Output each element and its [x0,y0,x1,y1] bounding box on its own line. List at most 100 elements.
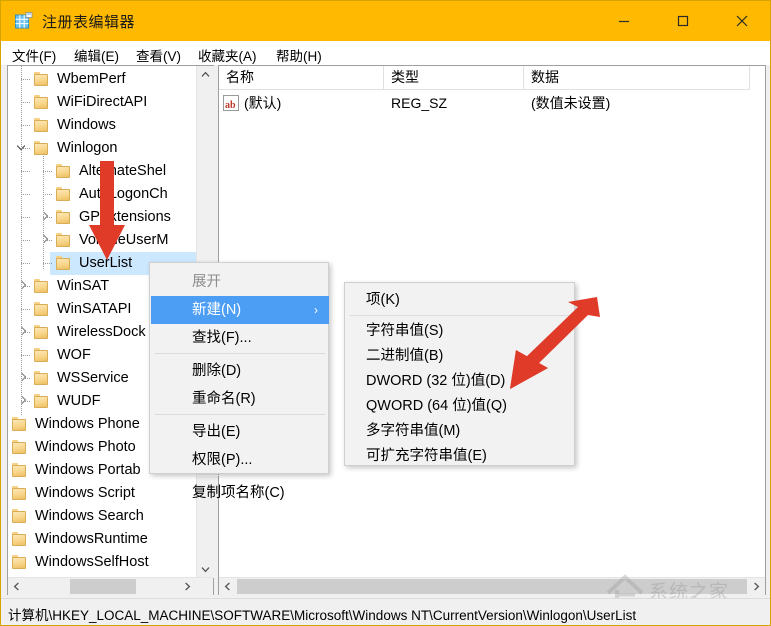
values-horizontal-scrollbar[interactable] [219,577,765,595]
tree-scroll-up-button[interactable] [197,66,214,83]
tree-node[interactable]: AlternateShel [50,160,198,183]
menu-item-3[interactable]: 收藏夹(A) [195,44,260,66]
close-icon [736,15,749,28]
tree-scroll-right-button[interactable] [179,578,196,595]
folder-icon [34,371,49,385]
window-title: 注册表编辑器 [42,11,135,32]
close-button[interactable] [719,1,765,41]
tree-node[interactable]: Windows [28,114,198,137]
new-submenu[interactable]: 项(K) 字符串值(S)二进制值(B)DWORD (32 位)值(D)QWORD … [344,282,575,466]
column-header-1[interactable]: 类型 [384,66,524,90]
tree-node-label: WSService [57,367,129,390]
tree-node[interactable]: Winlogon [28,137,198,160]
maximize-button[interactable] [660,1,706,41]
new-submenu-item-6[interactable]: 可扩充字符串值(E) [346,444,575,469]
minimize-button[interactable] [601,1,647,41]
tree-node[interactable]: WbemPerf [28,68,198,91]
chevron-right-icon: › [314,296,318,324]
context-menu-item-1[interactable]: 新建(N)› [151,296,329,324]
context-menu-item-0[interactable]: 展开 [151,268,329,296]
folder-icon [12,532,27,546]
folder-icon [56,210,71,224]
context-menu-item-5[interactable]: 导出(E) [151,418,329,446]
tree-node[interactable]: GPExtensions [50,206,198,229]
tree-connector [21,125,30,126]
menu-separator [155,414,325,415]
context-menu-item-label: 复制项名称(C) [192,485,285,501]
tree-node[interactable]: VolatileUserM [50,229,198,252]
context-menu-item-2[interactable]: 查找(F)... [151,324,329,352]
new-submenu-item-2[interactable]: 二进制值(B) [346,344,575,369]
tree-connector [43,194,52,195]
tree-node-label: WindowsSelfHost [35,551,149,574]
column-header-0[interactable]: 名称 [219,66,384,90]
menu-item-4[interactable]: 帮助(H) [273,44,325,66]
tree-node-label: AutoLogonCh [79,183,168,206]
folder-icon [34,95,49,109]
string-value-icon: ab [223,95,239,111]
value-type-cell[interactable]: REG_SZ [384,92,524,114]
tree-node[interactable]: AutoLogonCh [50,183,198,206]
title-bar: 注册表编辑器 [1,1,770,41]
values-scroll-right-button[interactable] [748,578,765,595]
tree-node-label: Windows Photo [35,436,136,459]
folder-icon [56,187,71,201]
tree-node-label: WUDF [57,390,101,413]
context-menu[interactable]: 展开新建(N)›查找(F)... 删除(D) 重命名(R) 导出(E) 权限(P)...… [149,262,329,474]
context-menu-item-label: 权限(P)... [192,452,252,468]
folder-icon [12,486,27,500]
value-name-cell[interactable]: ab(默认) [219,92,384,114]
status-path: 计算机\HKEY_LOCAL_MACHINE\SOFTWARE\Microsof… [8,604,636,624]
folder-icon [34,302,49,316]
tree-node[interactable]: WindowsRuntime [8,528,198,551]
context-menu-item-4[interactable]: 重命名(R) [151,385,329,413]
tree-hscroll-thumb[interactable] [70,579,136,594]
tree-scroll-down-button[interactable] [197,561,214,578]
column-header-2[interactable]: 数据 [524,66,750,90]
new-submenu-item-1[interactable]: 字符串值(S) [346,319,575,344]
menu-item-0[interactable]: 文件(F) [9,44,59,66]
tree-scroll-left-button[interactable] [8,578,25,595]
tree-node[interactable]: Windows Search [8,505,198,528]
values-hscroll-thumb[interactable] [237,579,747,594]
menu-separator [155,353,325,354]
tree-connector [21,401,30,402]
tree-connector [43,240,52,241]
context-menu-item-7[interactable]: 复制项名称(C) [151,479,329,507]
tree-node[interactable]: WindowsSelfHost [8,551,198,574]
tree-connector [21,217,30,218]
menu-item-2[interactable]: 查看(V) [133,44,184,66]
folder-icon [34,279,49,293]
tree-node-label: WinSAT [57,275,109,298]
new-submenu-item-0[interactable]: 项(K) [346,288,575,313]
tree-node-label: UserList [79,252,132,275]
tree-node-label: WiFiDirectAPI [57,91,147,114]
context-menu-item-6[interactable]: 权限(P)... [151,446,329,474]
value-data-cell[interactable]: (数值未设置) [524,92,750,114]
tree-connector [21,332,30,333]
context-menu-item-3[interactable]: 删除(D) [151,357,329,385]
new-submenu-item-5[interactable]: 多字符串值(M) [346,419,575,444]
tree-connector [21,79,30,80]
tree-connector [21,263,30,264]
tree-horizontal-scrollbar[interactable] [8,577,213,595]
tree-connector [21,194,30,195]
context-menu-item-label: 删除(D) [192,363,241,379]
submenu-separator [350,315,571,316]
folder-icon [12,440,27,454]
tree-node-label: VolatileUserM [79,229,168,252]
chevron-left-icon [13,582,20,591]
new-submenu-item-4[interactable]: QWORD (64 位)值(Q) [346,394,575,419]
tree-node[interactable]: WiFiDirectAPI [28,91,198,114]
tree-node-label: AlternateShel [79,160,166,183]
folder-icon [34,325,49,339]
values-scroll-left-button[interactable] [219,578,236,595]
tree-connector [21,148,30,149]
chevron-right-icon [753,582,760,591]
chevron-up-icon [201,71,210,78]
new-submenu-item-3[interactable]: DWORD (32 位)值(D) [346,369,575,394]
folder-icon [34,348,49,362]
menu-item-1[interactable]: 编辑(E) [71,44,122,66]
context-menu-item-label: 重命名(R) [192,391,256,407]
tree-node-label: Windows Phone [35,413,140,436]
